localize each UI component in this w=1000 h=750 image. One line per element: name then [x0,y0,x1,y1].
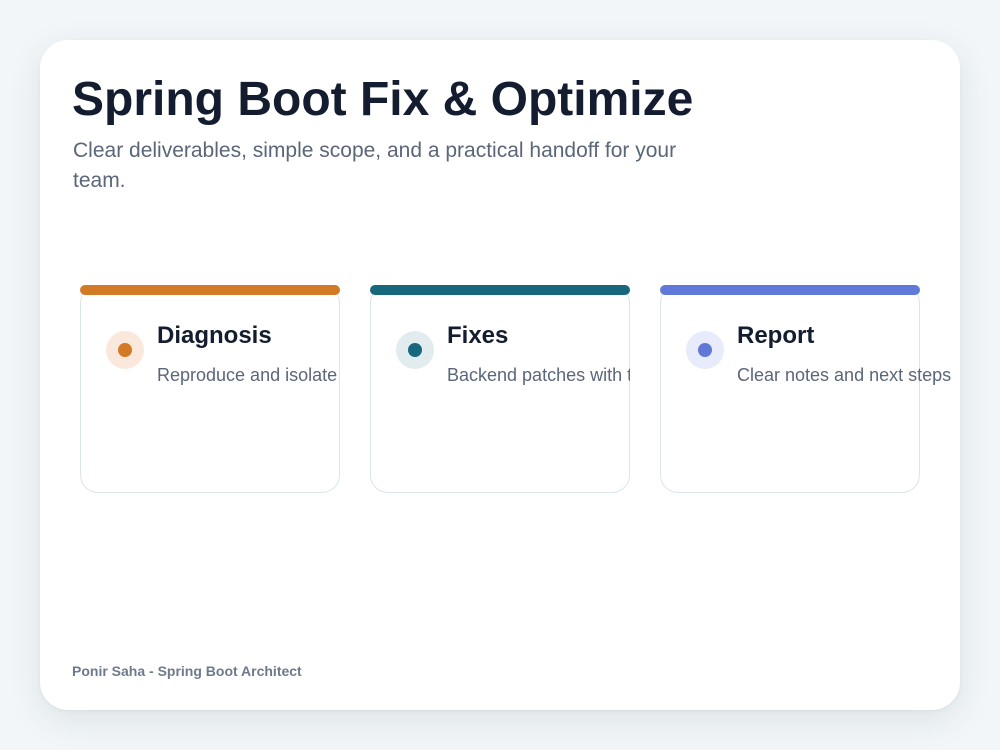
page-title: Spring Boot Fix & Optimize [72,73,694,126]
dot-icon [106,331,144,369]
card-accent-bar [370,285,630,295]
deliverable-card-report: Report Clear notes and next steps [660,285,951,493]
dot-icon [686,331,724,369]
card-border [370,285,630,493]
card-description: Clear notes and next steps [737,365,952,385]
page-subtitle: Clear deliverables, simple scope, and a … [73,139,677,192]
footer-author: Ponir Saha - Spring Boot Architect [72,663,302,679]
card-title: Diagnosis [157,322,272,349]
card-title: Fixes [447,322,509,349]
deliverable-card-fixes: Fixes Backend patches with tests [370,285,630,493]
card-border [660,285,920,493]
deliverable-card-diagnosis: Diagnosis Reproduce and isolate issues [80,285,340,493]
card-description: Reproduce and isolate issues [157,365,340,385]
card-accent-bar [660,285,920,295]
dot-icon [396,331,434,369]
card-accent-bar [80,285,340,295]
card-border [80,285,340,493]
card-title: Report [737,322,815,349]
slide-card: Spring Boot Fix & Optimize Clear deliver… [40,40,960,710]
card-description: Backend patches with tests [447,365,630,385]
